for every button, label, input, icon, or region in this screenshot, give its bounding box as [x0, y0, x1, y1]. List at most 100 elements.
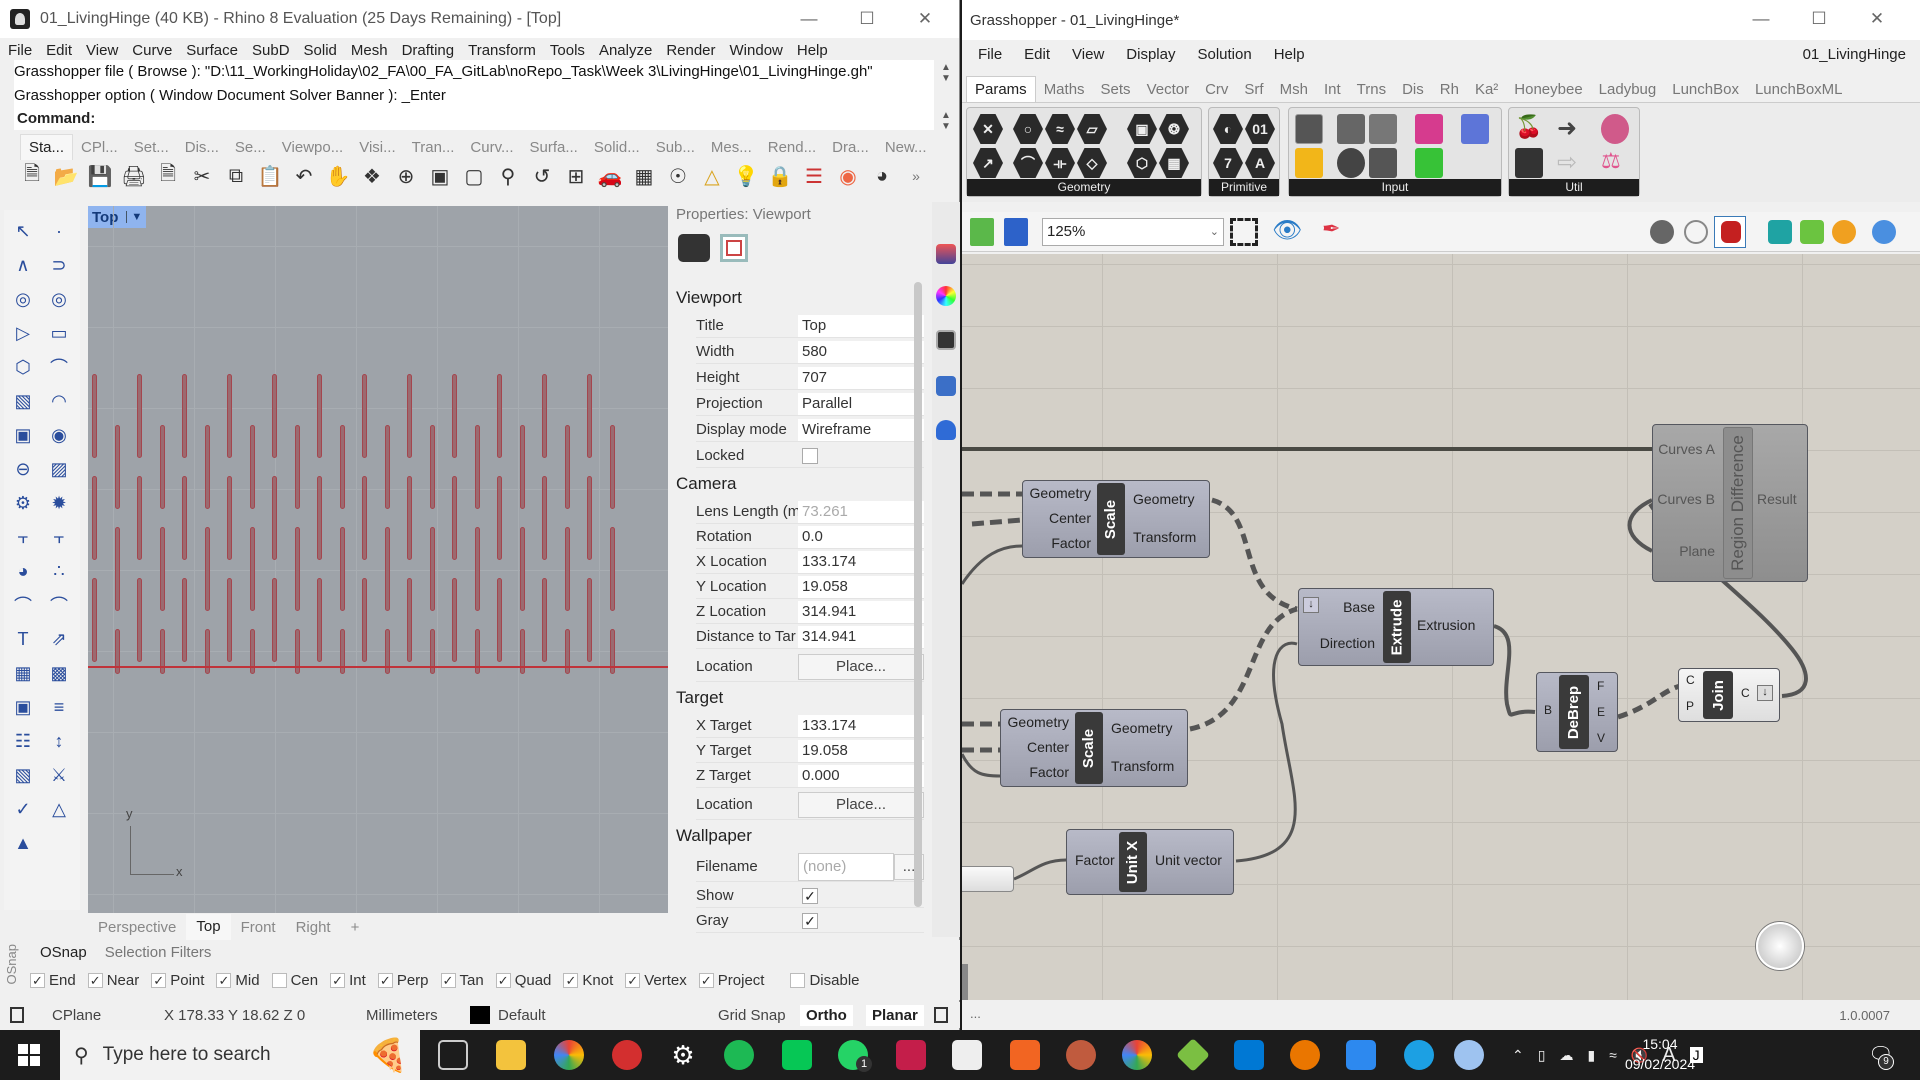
gh-menu-view[interactable]: View — [1072, 46, 1104, 63]
osnap-checkbox[interactable]: ✓ — [377, 973, 393, 988]
height-field[interactable]: 707▲▼ — [798, 366, 924, 389]
boolean-param-icon[interactable]: ◐ — [1213, 114, 1243, 144]
menu-view[interactable]: View — [86, 42, 118, 59]
menu-help[interactable]: Help — [797, 42, 828, 59]
output-extrusion[interactable]: Extrusion — [1417, 617, 1475, 633]
save-icon[interactable] — [1004, 218, 1028, 246]
toolbar-tab[interactable]: Set... — [126, 139, 177, 156]
save-icon[interactable]: 💾 — [86, 162, 114, 190]
tool-icon[interactable]: ≡ — [44, 692, 74, 722]
battery-icon[interactable]: ▮ — [1587, 1047, 1595, 1064]
tool-icon[interactable]: ◎ — [8, 284, 38, 314]
osnap-end[interactable]: ✓ End — [30, 972, 76, 989]
toolbar-tab[interactable]: Viewpo... — [274, 139, 351, 156]
arrow-right-outline-icon[interactable]: ⇨ — [1557, 148, 1585, 178]
tool-icon[interactable]: ▲ — [8, 828, 38, 858]
locked-checkbox[interactable] — [802, 447, 818, 464]
viewport-title-tab[interactable]: Top ▼ — [88, 206, 147, 228]
input-factor[interactable]: Factor — [1075, 852, 1115, 868]
toolbar-tab[interactable]: Sta... — [20, 134, 74, 160]
viewport-tab[interactable]: Front — [231, 919, 286, 936]
grasshopper-canvas[interactable]: Scale Geometry Center Factor Geometry Tr… — [962, 254, 1920, 1000]
toggle-icon[interactable] — [1337, 114, 1365, 144]
menu-subd[interactable]: SubD — [252, 42, 290, 59]
toolbar-tab[interactable]: Solid... — [586, 139, 648, 156]
display-icon[interactable] — [936, 330, 956, 350]
output-curves[interactable]: C — [1741, 686, 1750, 700]
osnap-project[interactable]: ✓ Project — [698, 972, 764, 989]
cplane-label[interactable]: CPlane — [52, 1007, 101, 1024]
unit-x-component[interactable]: Unit X Factor Unit vector — [1066, 829, 1234, 895]
gh-tab[interactable]: Srf — [1236, 81, 1271, 98]
light-bulb-icon[interactable]: 💡 — [732, 162, 760, 190]
panel-toggle-icon[interactable] — [934, 1007, 948, 1023]
toolbar-tab[interactable]: Tran... — [404, 139, 463, 156]
button-icon[interactable] — [1337, 148, 1365, 178]
tool-icon[interactable]: ⚔ — [44, 760, 74, 790]
tool-icon[interactable]: ⇗ — [44, 624, 74, 654]
panel-toggle-icon[interactable] — [10, 1007, 24, 1023]
zoom-icon[interactable]: ⊕ — [392, 162, 420, 190]
osnap-point[interactable]: ✓ Point — [151, 972, 204, 989]
gh-tab[interactable]: Honeybee — [1506, 81, 1590, 98]
more-tools-icon[interactable]: » — [902, 162, 930, 190]
toolbar-tab[interactable]: Sub... — [648, 139, 703, 156]
number-slider[interactable] — [962, 866, 1014, 892]
preview-wire-icon[interactable] — [1684, 220, 1708, 244]
export-icon[interactable]: 🗎 — [154, 162, 182, 190]
camera-icon[interactable] — [678, 234, 710, 262]
settings-gear-icon[interactable]: ⚙ — [668, 1040, 698, 1070]
color-wheel-icon[interactable]: ◉ — [834, 162, 862, 190]
notification-center-icon[interactable]: 🗨9 — [1868, 1042, 1894, 1070]
ribbon-group-label[interactable]: Util — [1509, 179, 1639, 196]
viewport-tab[interactable]: Top — [186, 914, 231, 940]
tool-icon[interactable]: ⌒ — [44, 352, 74, 382]
data-input-icon[interactable] — [1295, 114, 1323, 144]
menu-transform[interactable]: Transform — [468, 42, 536, 59]
tool-icon[interactable]: ◎ — [44, 284, 74, 314]
chrome-icon[interactable] — [1122, 1040, 1152, 1070]
toolbar-tab[interactable]: Mes... — [703, 139, 760, 156]
shapes-icon[interactable]: △ — [698, 162, 726, 190]
input-curves-a[interactable]: Curves A — [1658, 441, 1715, 457]
input-base[interactable]: Base — [1343, 599, 1375, 615]
sourcetree-icon[interactable] — [1176, 1038, 1210, 1072]
tree-icon[interactable] — [1515, 148, 1543, 178]
tool-icon[interactable]: ☷ — [8, 726, 38, 756]
task-view-icon[interactable] — [438, 1040, 468, 1070]
tool-icon[interactable]: ⬡ — [8, 352, 38, 382]
output-faces[interactable]: F — [1597, 679, 1604, 693]
taskbar-search-box[interactable]: ⚲ Type here to search 🍕 — [60, 1030, 420, 1080]
zoom-selected-icon[interactable]: ⚲ — [494, 162, 522, 190]
sphere-icon[interactable]: ◕ — [868, 162, 896, 190]
grid-snap-toggle[interactable]: Grid Snap — [718, 1007, 786, 1024]
chevron-down-icon[interactable]: ▼ — [126, 211, 142, 223]
tool-icon[interactable]: ▨ — [44, 454, 74, 484]
extrude-component[interactable]: ↓ Extrude Base Direction Extrusion — [1298, 588, 1494, 666]
scale-component-2[interactable]: Scale Geometry Center Factor Geometry Tr… — [1000, 709, 1188, 787]
tool-icon[interactable]: ▩ — [44, 658, 74, 688]
maximize-button[interactable]: ☐ — [838, 0, 896, 38]
gh-tab[interactable]: Int — [1316, 81, 1349, 98]
input-curves[interactable]: C — [1686, 673, 1695, 687]
osnap-checkbox[interactable]: ✓ — [440, 973, 456, 988]
toolbar-tab[interactable]: Rend... — [760, 139, 824, 156]
menu-render[interactable]: Render — [666, 42, 715, 59]
gh-tab[interactable]: LunchBoxML — [1747, 81, 1851, 98]
autocad-icon[interactable] — [896, 1040, 926, 1070]
osnap-icon[interactable]: ☉ — [664, 162, 692, 190]
curve-param-icon[interactable]: ≈ — [1045, 114, 1075, 144]
gh-tab[interactable]: Ka² — [1467, 81, 1506, 98]
show-hidden-icons-icon[interactable]: ⌃ — [1512, 1047, 1524, 1064]
properties-scrollbar[interactable] — [914, 282, 922, 907]
menu-window[interactable]: Window — [730, 42, 783, 59]
close-button[interactable]: ✕ — [896, 0, 954, 38]
get-help-icon[interactable] — [1404, 1040, 1434, 1070]
undo-icon[interactable]: ↶ — [290, 162, 318, 190]
pan-icon[interactable]: ✋ — [324, 162, 352, 190]
top-viewport[interactable]: Top ▼ y x — [88, 206, 668, 913]
toolbar-tab[interactable]: Visi... — [351, 139, 403, 156]
osnap-checkbox[interactable]: ✓ — [625, 973, 641, 988]
spotify-icon[interactable] — [724, 1040, 754, 1070]
minimize-button[interactable]: — — [780, 0, 838, 38]
